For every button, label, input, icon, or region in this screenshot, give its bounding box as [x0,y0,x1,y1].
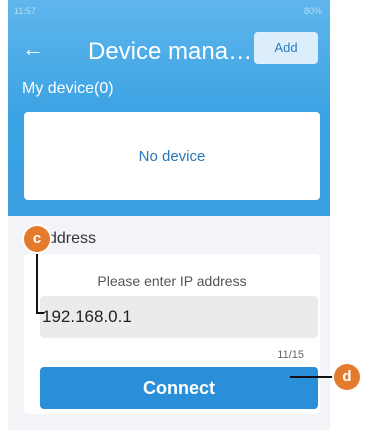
char-counter: 11/15 [277,349,304,361]
status-time: 11:57 [14,6,36,16]
callout-c-badge: c [24,226,50,252]
ip-address-input[interactable]: 192.168.0.1 [40,296,318,338]
arrow-left-icon[interactable]: ← [22,38,44,60]
status-bar: 11:57 80% [8,0,330,22]
address-label: ddress [48,230,97,247]
callout-d-badge: d [334,364,360,390]
connect-button[interactable]: Connect [40,367,318,409]
add-button[interactable]: Add [254,32,318,64]
address-card: Please enter IP address 192.168.0.1 11/1… [24,254,320,414]
callout-c-line-foot [36,312,44,314]
callout-d-line [290,376,340,378]
address-hint: Please enter IP address [97,273,247,289]
page-title: Device mana… [88,38,253,65]
no-device-text: No device [138,148,206,165]
device-list: No device [24,112,320,200]
navigation-bar: ← Device mana… Add [8,30,330,74]
status-battery: 80% [303,6,322,16]
my-device-title: My device(0) [22,80,114,97]
header-background: 11:57 80% ← Device mana… Add My device(0… [8,0,330,216]
app-screen: 11:57 80% ← Device mana… Add My device(0… [8,0,330,430]
